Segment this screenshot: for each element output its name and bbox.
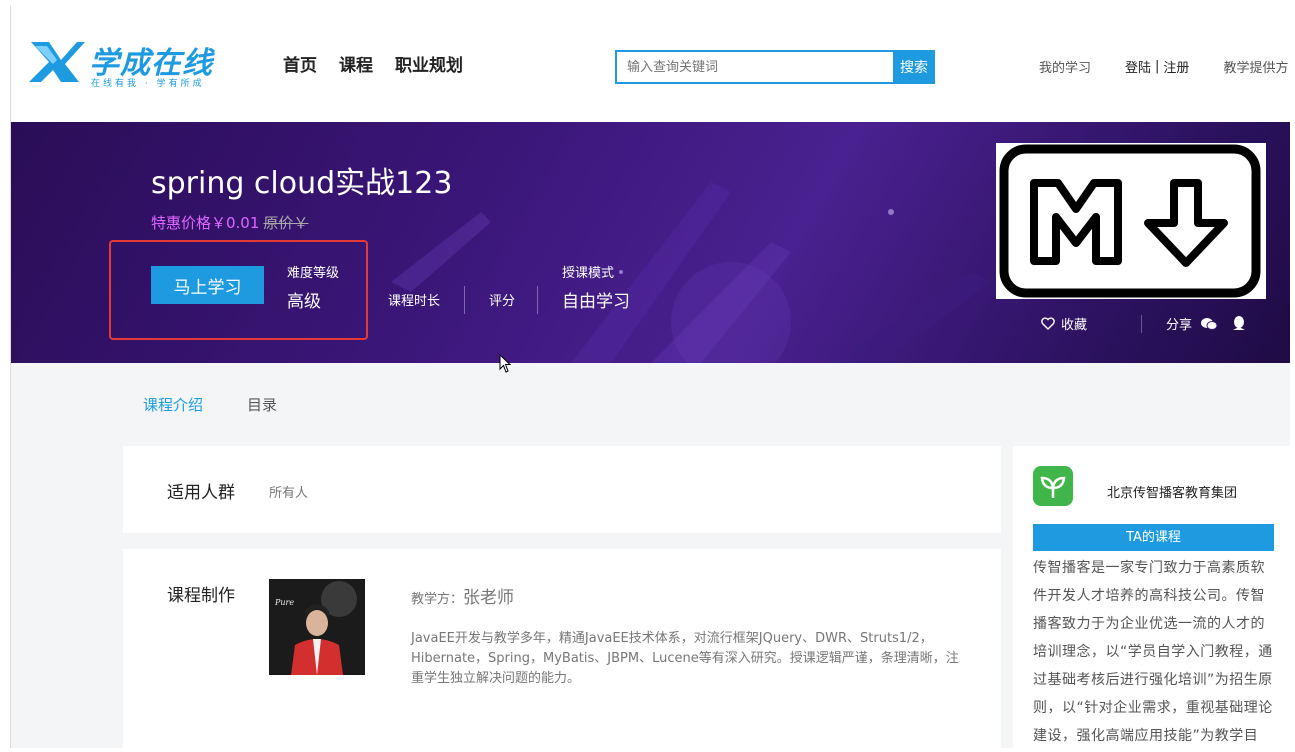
register-link[interactable]: 注册 bbox=[1163, 57, 1189, 76]
ta-courses-button[interactable]: TA的课程 bbox=[1033, 524, 1274, 551]
qq-share-icon[interactable] bbox=[1232, 315, 1246, 332]
course-banner: spring cloud实战123 特惠价格￥0.01 原价￥ 马上学习 难度等级… bbox=[11, 122, 1290, 363]
audience-title: 适用人群 bbox=[167, 483, 235, 503]
mode-label: 授课模式 bbox=[562, 266, 615, 281]
teacher-name: 张老师 bbox=[463, 588, 515, 608]
organization-card: 北京传智播客教育集团 TA的课程 传智播客是一家专门致力于高素质软件开发人才培养… bbox=[1013, 446, 1290, 748]
nav-career[interactable]: 职业规划 bbox=[395, 51, 463, 76]
study-now-button[interactable]: 马上学习 bbox=[151, 266, 264, 304]
tab-intro[interactable]: 课程介绍 bbox=[143, 394, 203, 415]
teach-link[interactable]: 教学提供方 bbox=[1223, 57, 1288, 76]
course-actions: 收藏 分享 bbox=[1041, 314, 1246, 333]
login-link[interactable]: 登陆 bbox=[1125, 57, 1151, 76]
main-nav: 首页 课程 职业规划 bbox=[283, 51, 463, 76]
action-divider bbox=[1141, 314, 1143, 333]
course-tabs: 课程介绍 目录 bbox=[143, 394, 277, 415]
favorite-button[interactable]: 收藏 bbox=[1041, 314, 1087, 333]
audience-value: 所有人 bbox=[269, 486, 309, 501]
nav-courses[interactable]: 课程 bbox=[339, 51, 373, 76]
browser-viewport: 学成在线 在线有我 · 学有所成 首页 课程 职业规划 搜索 我的学习 登陆 |… bbox=[10, 6, 1290, 748]
organization-logo bbox=[1033, 466, 1073, 506]
wechat-share-icon[interactable] bbox=[1200, 317, 1218, 331]
leaf-icon bbox=[1040, 476, 1066, 498]
production-title: 课程制作 bbox=[167, 586, 235, 606]
my-study-link[interactable]: 我的学习 bbox=[1039, 57, 1091, 76]
rating-meta: 评分 bbox=[489, 290, 515, 309]
difficulty-label: 难度等级 bbox=[287, 266, 340, 281]
search-bar: 搜索 bbox=[615, 50, 935, 84]
search-button[interactable]: 搜索 bbox=[893, 50, 935, 84]
duration-meta: 课程时长 bbox=[388, 290, 440, 309]
course-cover-image bbox=[996, 143, 1266, 299]
share-label: 分享 bbox=[1166, 318, 1193, 333]
teacher-prefix: 教学方： bbox=[411, 592, 464, 607]
production-card: 课程制作 Pure 教学方：张老师 JavaEE开发与教学多年，精通JavaEE… bbox=[123, 549, 1001, 748]
logo-x-icon bbox=[29, 42, 85, 82]
teacher-line: 教学方：张老师 bbox=[411, 583, 514, 608]
difficulty-value: 高级 bbox=[287, 292, 321, 312]
link-separator: | bbox=[1155, 59, 1160, 74]
meta-divider bbox=[537, 286, 538, 314]
teacher-avatar: Pure bbox=[269, 579, 365, 675]
duration-label: 课程时长 bbox=[388, 294, 441, 309]
mode-meta: 授课模式 自由学习 bbox=[562, 262, 630, 312]
tab-catalog[interactable]: 目录 bbox=[247, 394, 277, 415]
rating-label: 评分 bbox=[489, 294, 516, 309]
site-logo[interactable]: 学成在线 在线有我 · 学有所成 bbox=[27, 38, 227, 90]
organization-description: 传智播客是一家专门致力于高素质软件开发人才培养的高科技公司。传智播客致力于为企业… bbox=[1033, 560, 1273, 744]
meta-divider bbox=[464, 286, 465, 314]
top-links: 我的学习 登陆 | 注册 教学提供方 bbox=[1039, 57, 1288, 76]
audience-card: 适用人群 所有人 bbox=[123, 446, 1001, 533]
discount-price: 特惠价格￥0.01 bbox=[151, 214, 260, 232]
original-price: 原价￥ bbox=[263, 214, 309, 232]
site-header: 学成在线 在线有我 · 学有所成 首页 课程 职业规划 搜索 我的学习 登陆 |… bbox=[11, 6, 1290, 122]
teacher-bio: JavaEE开发与教学多年，精通JavaEE技术体系，对流行框架JQuery、D… bbox=[411, 631, 959, 686]
logo-subtitle: 在线有我 · 学有所成 bbox=[91, 79, 205, 89]
teacher-photo: Pure bbox=[269, 579, 365, 675]
difficulty-meta: 难度等级 高级 bbox=[287, 262, 339, 312]
mode-value: 自由学习 bbox=[562, 292, 630, 312]
search-input[interactable] bbox=[615, 50, 893, 84]
markdown-logo-icon bbox=[999, 144, 1261, 298]
organization-name: 北京传智播客教育集团 bbox=[1107, 486, 1238, 501]
nav-home[interactable]: 首页 bbox=[283, 51, 317, 76]
heart-icon bbox=[1041, 317, 1055, 330]
avatar-text: Pure bbox=[274, 598, 294, 607]
course-title: spring cloud实战123 bbox=[151, 166, 453, 201]
mouse-cursor-icon bbox=[499, 354, 512, 373]
price-line: 特惠价格￥0.01 原价￥ bbox=[151, 212, 308, 233]
favorite-label: 收藏 bbox=[1061, 318, 1088, 333]
